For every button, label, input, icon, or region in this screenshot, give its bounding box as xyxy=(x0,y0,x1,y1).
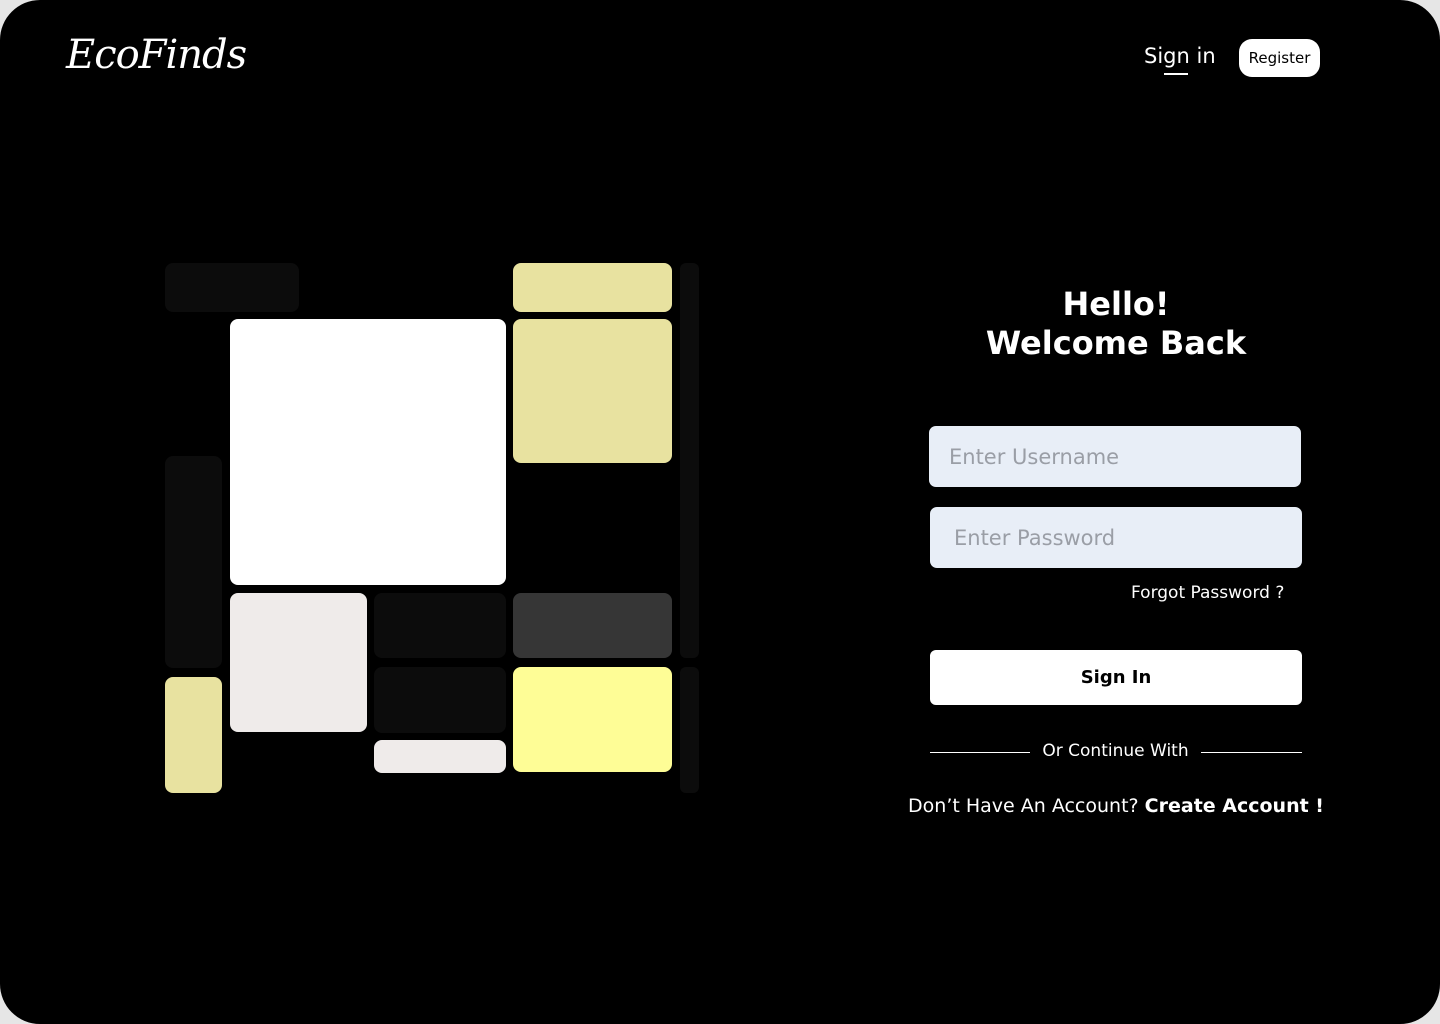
mosaic-tile xyxy=(374,740,506,773)
ecofinds-logo[interactable]: EcoFinds xyxy=(66,30,247,80)
forgot-password-link[interactable]: Forgot Password ? xyxy=(1131,582,1284,604)
welcome-heading: Hello! Welcome Back xyxy=(900,285,1332,363)
mosaic-tile xyxy=(374,667,506,733)
nav-active-underline xyxy=(1164,73,1188,75)
nav-sign-in-link[interactable]: Sign in xyxy=(1144,42,1216,70)
mosaic-tile xyxy=(374,593,506,658)
mosaic-tile xyxy=(513,667,672,772)
mosaic-tile xyxy=(513,593,672,658)
nav-register-button[interactable]: Register xyxy=(1239,39,1320,77)
username-input[interactable] xyxy=(929,426,1301,487)
mosaic-tile xyxy=(513,263,672,312)
no-account-text: Don’t Have An Account? xyxy=(908,795,1139,817)
mosaic-tile xyxy=(680,667,699,793)
password-input[interactable] xyxy=(930,507,1302,568)
mosaic-tile xyxy=(230,319,506,585)
divider-line-right xyxy=(1201,752,1302,753)
page-frame: EcoFinds Sign in Register Hello! Welcome… xyxy=(0,0,1440,1024)
divider-line-left xyxy=(930,752,1030,753)
create-account-link[interactable]: Create Account ! xyxy=(1145,795,1324,817)
signup-prompt: Don’t Have An Account? Create Account ! xyxy=(900,793,1332,819)
mosaic-tile xyxy=(680,263,699,658)
heading-line-hello: Hello! xyxy=(1062,285,1170,323)
sign-in-button[interactable]: Sign In xyxy=(930,650,1302,705)
mosaic-tile xyxy=(165,456,222,668)
heading-line-welcome-back: Welcome Back xyxy=(985,324,1247,362)
mosaic-tile xyxy=(165,263,299,312)
mosaic-tile xyxy=(230,593,367,732)
mosaic-tile xyxy=(165,677,222,793)
or-continue-with-label: Or Continue With xyxy=(1042,741,1189,761)
mosaic-tile xyxy=(513,319,672,463)
